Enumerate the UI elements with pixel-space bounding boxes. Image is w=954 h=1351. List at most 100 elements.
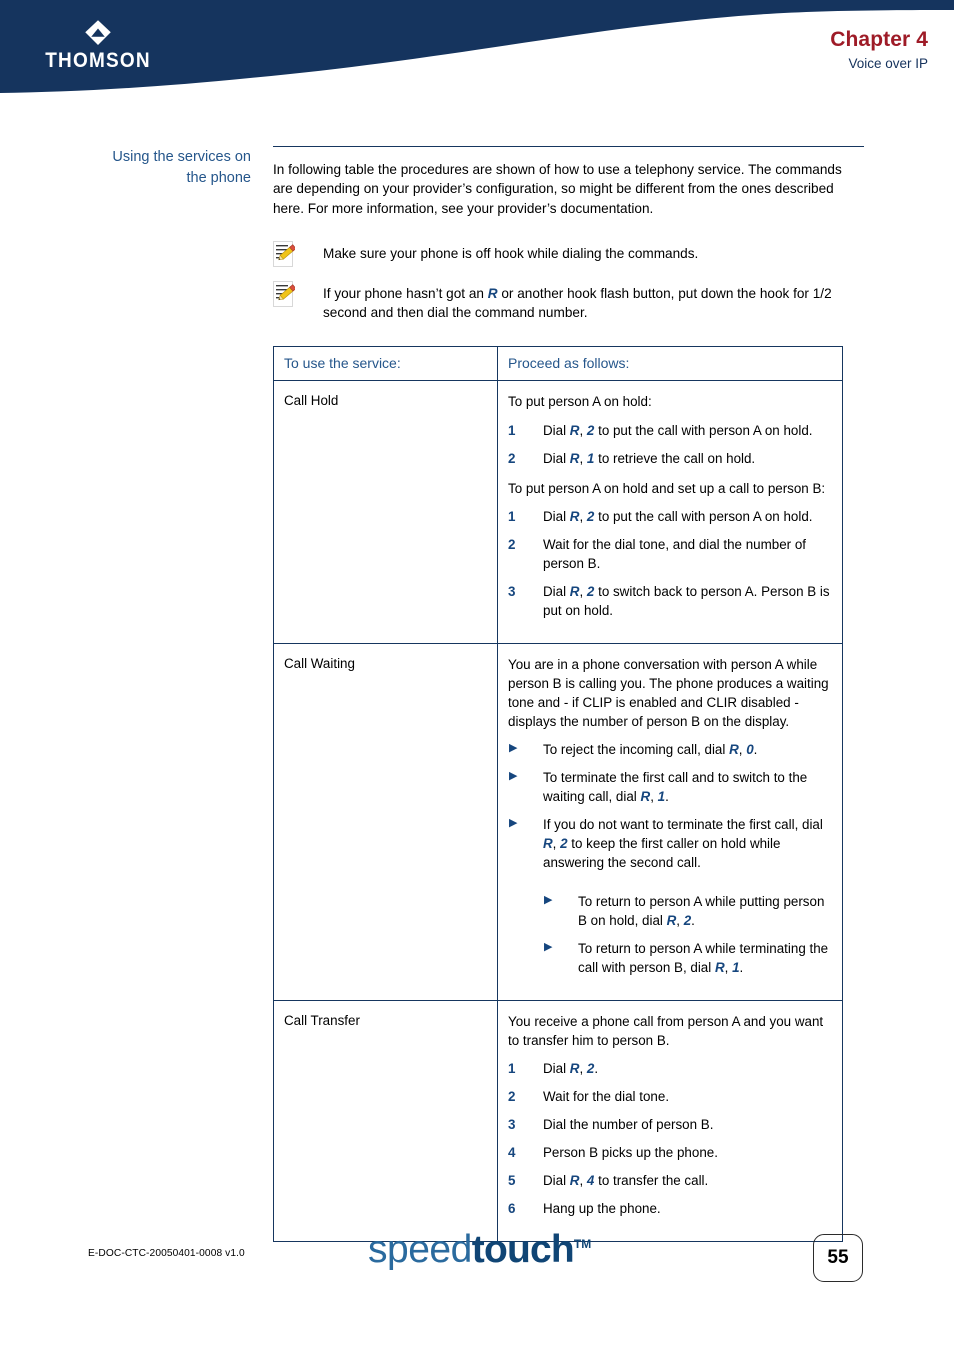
table-row: Call Hold To put person A on hold: 1 Dial R… xyxy=(273,380,843,644)
chapter-title: Chapter 4 xyxy=(830,28,928,51)
text-segment: , xyxy=(579,583,587,599)
step-text: Dial R, 2 to put the call with person A … xyxy=(543,421,832,440)
step-text: Dial R, 4 to transfer the call. xyxy=(543,1171,832,1190)
step-number: 6 xyxy=(508,1201,516,1217)
column-header-service: To use the service: xyxy=(273,346,498,382)
dial-command: 1 xyxy=(657,788,666,804)
triangle-bullet-icon: ▶ xyxy=(509,769,518,782)
text-segment: To reject the incoming call, dial xyxy=(543,741,730,757)
section-main-column: In following table the procedures are sh… xyxy=(273,146,864,1243)
text-segment: If you do not want to terminate the firs… xyxy=(543,816,823,832)
bullet-text: To return to person A while terminating … xyxy=(578,939,832,977)
table-row: Call Transfer You receive a phone call fr… xyxy=(273,1000,843,1243)
bullet-text: If you do not want to terminate the firs… xyxy=(543,815,832,872)
nested-bullet-list: ▶ To return to person A while putting per… xyxy=(543,892,832,977)
table-header-row: To use the service: Proceed as follows: xyxy=(273,346,843,382)
step-number: 4 xyxy=(508,1145,516,1161)
brand-touch-text: touch xyxy=(471,1228,575,1271)
text-segment: To put person A on hold: xyxy=(508,394,652,410)
numbered-step-list: 1 Dial R, 2 to put the call with person A… xyxy=(508,421,832,468)
intro-paragraph: In following table the procedures are sh… xyxy=(273,162,842,216)
step-number: 2 xyxy=(508,536,516,552)
text-segment: Dial xyxy=(543,450,570,466)
bullet-item: ▶ To return to person A while putting per… xyxy=(543,892,832,930)
text-segment: Dial xyxy=(543,1173,570,1189)
text-segment: to put the call with person A on hold. xyxy=(594,508,813,524)
step-text: Person B picks up the phone. xyxy=(543,1143,832,1162)
procedure-paragraph: You receive a phone call from person A a… xyxy=(508,1012,832,1050)
step-number: 1 xyxy=(508,422,516,438)
dial-command: R xyxy=(729,741,739,757)
column-header-procedure: Proceed as follows: xyxy=(497,346,843,382)
cell-procedure: You are in a phone conversation with per… xyxy=(497,642,843,1002)
table-head: To use the service: Proceed as follows: xyxy=(273,346,843,382)
text-segment: , xyxy=(676,913,684,929)
numbered-step: 6 Hang up the phone. xyxy=(508,1199,832,1218)
text-segment: . xyxy=(691,913,695,929)
numbered-step: 1 Dial R, 2 to put the call with person A… xyxy=(508,421,832,440)
table-body: Call Hold To put person A on hold: 1 Dial R… xyxy=(273,380,843,1243)
numbered-step: 2 Wait for the dial tone, and dial the nu… xyxy=(508,535,832,573)
dial-command: 0 xyxy=(746,741,754,757)
text-segment: , xyxy=(579,1173,587,1189)
text-segment: . xyxy=(594,1061,599,1077)
page-content: Using the services on the phone In follo… xyxy=(0,100,954,1243)
text-segment: Wait for the dial tone. xyxy=(543,1089,670,1105)
step-number: 5 xyxy=(508,1173,516,1189)
trademark-symbol: TM xyxy=(573,1237,592,1251)
text-segment: , xyxy=(579,450,587,466)
text-segment: Person B picks up the phone. xyxy=(543,1145,718,1161)
step-number: 3 xyxy=(508,1117,516,1133)
cell-procedure: To put person A on hold: 1 Dial R, 2 to pu… xyxy=(497,380,843,644)
triangle-bullet-icon: ▶ xyxy=(509,816,518,829)
table-row: Call Waiting You are in a phone conversat… xyxy=(273,642,843,1002)
numbered-step-list: 1 Dial R, 2 to put the call with person A… xyxy=(508,507,832,620)
thomson-diamond-icon xyxy=(85,20,111,45)
dial-command: 2 xyxy=(560,836,568,852)
services-table: To use the service: Proceed as follows: … xyxy=(273,346,843,1243)
numbered-step: 1 Dial R, 2 to put the call with person A… xyxy=(508,507,832,526)
step-text: Wait for the dial tone. xyxy=(543,1087,832,1106)
step-text: Wait for the dial tone, and dial the num… xyxy=(543,535,832,573)
triangle-bullet-icon: ▶ xyxy=(544,894,553,907)
note-item: Make sure your phone is off hook while d… xyxy=(273,240,864,267)
text-segment: To return to person A while terminating … xyxy=(578,941,829,976)
step-number: 2 xyxy=(508,450,516,466)
cell-procedure: You receive a phone call from person A a… xyxy=(497,1000,843,1243)
text-segment: You receive a phone call from person A a… xyxy=(508,1014,824,1049)
dial-command: 1 xyxy=(732,960,740,976)
text-segment: , xyxy=(724,960,733,976)
bullet-text: To return to person A while putting pers… xyxy=(578,892,832,930)
bullet-text: To reject the incoming call, dial R, 0. xyxy=(543,740,832,759)
text-segment: to keep the first caller on hold while a… xyxy=(543,836,781,871)
text-segment: Dial xyxy=(543,508,570,524)
bullet-item: ▶ To terminate the first call and to swit… xyxy=(508,768,832,806)
text-segment: to put the call with person A on hold. xyxy=(594,422,813,438)
chapter-heading: Chapter 4 Voice over IP xyxy=(830,28,928,73)
speedtouch-logo: speedtouchTM xyxy=(368,1230,591,1269)
dial-command: R xyxy=(640,788,651,804)
dial-command: R xyxy=(543,836,553,852)
triangle-bullet-icon: ▶ xyxy=(544,941,553,954)
text-segment: , xyxy=(579,422,587,438)
cell-service-name: Call Waiting xyxy=(273,642,498,1002)
thomson-logo: THOMSON xyxy=(28,18,168,71)
section-using-services: Using the services on the phone In follo… xyxy=(110,100,864,1243)
note-text: If your phone hasn’t got an R or another… xyxy=(323,280,864,323)
text-segment: Dial the number of person B. xyxy=(543,1117,714,1133)
step-number: 1 xyxy=(508,1061,516,1077)
note-pencil-icon xyxy=(273,240,295,267)
text-segment: Dial xyxy=(543,1061,570,1077)
note-segment: Make sure your phone is off hook while d… xyxy=(323,245,699,261)
text-segment: to retrieve the call on hold. xyxy=(594,450,756,466)
text-segment: Wait for the dial tone, and dial the num… xyxy=(543,536,807,571)
cell-service-name: Call Hold xyxy=(273,380,498,644)
text-segment: To put person A on hold and set up a cal… xyxy=(508,480,826,496)
numbered-step: 4 Person B picks up the phone. xyxy=(508,1143,832,1162)
step-number: 1 xyxy=(508,508,516,524)
text-segment: . xyxy=(739,960,744,976)
procedure-paragraph: To put person A on hold and set up a cal… xyxy=(508,479,832,498)
step-text: Dial R, 1 to retrieve the call on hold. xyxy=(543,449,832,468)
step-text: Dial R, 2. xyxy=(543,1059,832,1078)
